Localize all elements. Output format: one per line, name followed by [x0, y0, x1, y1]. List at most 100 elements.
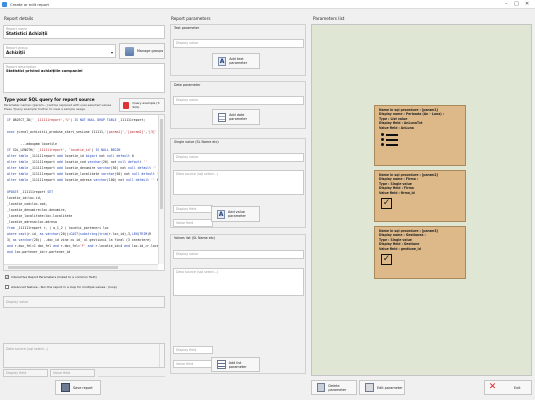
report-name-field[interactable]: Report name Statistici Achiziții	[3, 25, 165, 39]
single-display-value-field[interactable]: Display value	[173, 153, 304, 162]
chevron-down-icon[interactable]: ▾	[111, 50, 113, 55]
save-report-label: Save report	[73, 385, 93, 390]
interactive-checkbox-row[interactable]: ✓ Interactive Report Parameters (linked …	[5, 275, 97, 279]
save-report-button[interactable]: Save report	[55, 380, 101, 395]
value-param-icon: A	[217, 209, 226, 219]
list-value-field[interactable]: Value field	[173, 360, 213, 368]
list-display-value-label: Display value	[176, 252, 199, 256]
manage-groups-label: Manage groups	[137, 49, 164, 53]
add-text-parameter-label: Add text parameter	[229, 57, 248, 65]
close-icon: ✕	[488, 382, 497, 392]
list-icon	[381, 133, 461, 147]
list-display-value-field[interactable]: Display value	[173, 250, 304, 259]
query-icon	[123, 101, 130, 109]
loop-display-value-field[interactable]: Display value	[3, 296, 165, 308]
delete-icon	[317, 383, 326, 392]
add-list-parameter-button[interactable]: Add list parameter	[211, 357, 260, 372]
single-value-field-label: Value field	[176, 221, 194, 225]
report-description-field[interactable]: Report description Statistici privind ac…	[3, 63, 165, 93]
loop-data-source-scrollbar[interactable]	[159, 344, 164, 367]
advanced-label: Advanced feature - Run the report in a l…	[11, 285, 117, 289]
loop-data-source-label: Data source (sql select...)	[6, 347, 49, 351]
window-title: Create or edit report	[10, 2, 50, 7]
edit-icon	[365, 383, 374, 392]
loop-display-value-label: Display value	[6, 300, 29, 304]
add-value-parameter-label: Add value parameter	[228, 210, 246, 218]
interactive-checkbox[interactable]: ✓	[5, 275, 9, 279]
advanced-checkbox[interactable]	[5, 285, 9, 289]
maximize-button[interactable]: □	[514, 1, 519, 7]
edit-parameter-label: Edit parameter	[377, 385, 403, 390]
card-line: Value field : gestiune_id	[379, 246, 421, 251]
single-display-value-label: Display value	[176, 155, 199, 159]
exit-label: Exit	[514, 385, 521, 390]
interactive-label: Interactive Report Parameters (linked to…	[11, 275, 97, 279]
list-param-icon	[217, 360, 226, 369]
date-parameter-group-label: Date parameter	[174, 83, 201, 87]
list-data-source-label: Data source (sql select...)	[176, 270, 219, 274]
date-display-value-field[interactable]: Display value	[173, 96, 304, 105]
loop-display-field-label: Display field	[6, 371, 27, 375]
single-value-field[interactable]: Value field	[173, 219, 213, 227]
manage-groups-button[interactable]: Manage groups	[119, 43, 165, 59]
date-display-value-label: Display value	[176, 98, 199, 102]
card-line: Value field : firma_id	[379, 190, 415, 195]
sql-line: and loc.partener_id=r.partener_id	[7, 250, 71, 254]
report-group-value: Achiziții	[6, 50, 25, 55]
report-description-value: Statistici privind achizițiile companiei	[6, 69, 83, 73]
single-display-field[interactable]: Display field	[173, 205, 213, 213]
sql-editor[interactable]: IF OBJECT_ID(' _111111report','U') IS NO…	[3, 114, 165, 271]
loop-underline	[98, 376, 165, 377]
save-icon	[61, 383, 70, 392]
list-display-field[interactable]: Display field	[173, 346, 213, 354]
edit-parameter-button[interactable]: Edit parameter	[359, 380, 405, 395]
add-date-parameter-label: Add date parameter	[229, 113, 248, 121]
checkbox-icon: ✓	[381, 254, 392, 266]
parameters-list-title: Parameters list	[313, 16, 345, 21]
add-value-parameter-button[interactable]: A Add value parameter	[211, 206, 260, 222]
calendar-icon	[218, 112, 227, 122]
sql-scrollbar-horizontal[interactable]	[4, 264, 158, 270]
text-display-value-field[interactable]: Display value	[173, 39, 304, 48]
query-example-label: Query example (T-SQL)	[132, 101, 161, 109]
report-details-title: Report details	[4, 16, 34, 21]
text-parameter-group-label: Text parameter	[174, 26, 200, 30]
text-param-icon: A	[218, 56, 227, 66]
loop-value-field-label: Value field	[53, 371, 71, 375]
single-display-field-label: Display field	[176, 207, 197, 211]
app-icon	[2, 2, 7, 7]
delete-parameter-button[interactable]: Delete parameter	[311, 380, 357, 395]
parameter-card[interactable]: Name in sql procedure : [param1] Display…	[374, 105, 466, 166]
sql-hint-2: Press 'Query example' button to view a s…	[4, 107, 86, 111]
parameter-card[interactable]: Name in sql procedure : [param3] Display…	[374, 226, 466, 279]
single-value-group-label: Single value (SL Name etc)	[174, 140, 219, 144]
sql-scrollbar-vertical[interactable]	[158, 115, 164, 264]
loop-data-source-field[interactable]: Data source (sql select...)	[3, 343, 165, 368]
minimize-button[interactable]: –	[505, 1, 508, 7]
list-data-source-field[interactable]: Data source (sql select...)	[173, 268, 304, 296]
advanced-checkbox-row[interactable]: Advanced feature - Run the report in a l…	[5, 285, 117, 289]
exit-button[interactable]: ✕ Exit	[484, 380, 532, 395]
report-group-field[interactable]: Report group Achiziții ▾	[3, 44, 116, 58]
parameter-card[interactable]: Name in sql procedure : [param2] Display…	[374, 170, 466, 222]
sql-title: Type your SQL query for report source	[4, 97, 95, 102]
single-data-source-label: Data source (sql select...)	[176, 172, 219, 176]
report-name-value: Statistici Achiziții	[6, 31, 48, 36]
card-line: Value field : AnLuna	[379, 125, 414, 130]
checkbox-icon: ✓	[381, 198, 392, 210]
close-button[interactable]: ✕	[525, 1, 529, 7]
sql-line: exec jurnal_achizitii_produse_start_sesi…	[7, 130, 157, 134]
values-list-group-label: Values list (SL Name etc)	[174, 236, 216, 240]
list-value-field-label: Value field	[176, 362, 194, 366]
loop-value-field[interactable]: Value field	[50, 369, 95, 377]
sql-code: IF OBJECT_ID(' _111111report','U') IS NO…	[4, 115, 158, 264]
text-parameter-group: Text parameter Display value A Add text …	[170, 24, 306, 76]
query-example-button[interactable]: Query example (T-SQL)	[119, 98, 165, 112]
add-text-parameter-button[interactable]: A Add text parameter	[212, 53, 260, 69]
report-parameters-title: Report parameters	[171, 16, 211, 21]
text-display-value-label: Display value	[176, 41, 199, 45]
groups-icon	[125, 46, 134, 56]
add-date-parameter-button[interactable]: Add date parameter	[212, 109, 260, 125]
loop-display-field[interactable]: Display field	[3, 369, 48, 377]
single-data-source-field[interactable]: Data source (sql select...)	[173, 170, 304, 195]
